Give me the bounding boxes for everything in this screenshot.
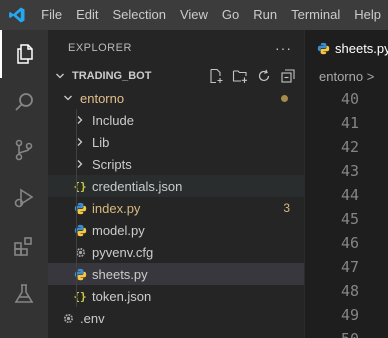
python-file-icon (72, 266, 88, 282)
tab-sheets-py[interactable]: sheets.py (305, 30, 388, 65)
indent-guide (76, 197, 77, 219)
menu-help[interactable]: Help (347, 0, 388, 30)
tree-item-label: pyvenv.cfg (92, 244, 154, 260)
menu-file[interactable]: File (34, 0, 69, 30)
tree-folder-scripts[interactable]: Scripts (48, 153, 304, 175)
indent-guide (76, 263, 77, 285)
indent-guide (76, 109, 77, 131)
section-actions (206, 65, 298, 87)
run-debug-icon[interactable] (0, 174, 48, 222)
line-number: 46 (340, 234, 359, 252)
tree-item-label: index.py (92, 200, 141, 216)
tree-item-label: Scripts (92, 156, 132, 172)
tree-file-env[interactable]: .env (48, 307, 304, 329)
tree-file-pyvenv-cfg[interactable]: pyvenv.cfg (48, 241, 304, 263)
line-number: 40 (340, 90, 359, 108)
problems-count-badge: 3 (283, 201, 290, 215)
indent-guide (76, 153, 77, 175)
indent-guide (76, 241, 77, 263)
line-number: 48 (340, 282, 359, 300)
new-file-icon[interactable] (206, 66, 226, 86)
tree-item-label: Lib (92, 134, 110, 150)
editor-area: sheets.py entorno > 40 41 42 43 44 45 46… (304, 30, 388, 338)
tree-item-label: sheets.py (92, 266, 148, 282)
more-actions-button[interactable]: ··· (275, 40, 292, 56)
workspace-title: TRADING_BOT (72, 70, 152, 82)
title-bar: File Edit Selection View Go Run Terminal… (0, 0, 388, 30)
chevron-right-icon (72, 156, 88, 172)
activity-bar (0, 30, 48, 338)
line-number: 50 (305, 327, 388, 338)
tree-file-index-py[interactable]: index.py 3 (48, 197, 304, 219)
breadcrumb[interactable]: entorno > (305, 65, 388, 87)
json-file-icon: {} (73, 289, 87, 303)
explorer-title: EXPLORER (68, 41, 132, 54)
menu-bar: File Edit Selection View Go Run Terminal… (34, 0, 388, 30)
line-number: 41 (340, 114, 359, 132)
tree-folder-lib[interactable]: Lib (48, 131, 304, 153)
source-control-icon[interactable] (0, 126, 48, 174)
tree-file-sheets-py[interactable]: sheets.py (48, 263, 304, 285)
explorer-panel: EXPLORER ··· TRADING_BOT entorno Include… (48, 30, 304, 338)
tree-file-model-py[interactable]: model.py (48, 219, 304, 241)
line-number: 47 (340, 258, 359, 276)
menu-terminal[interactable]: Terminal (284, 0, 347, 30)
collapse-all-icon[interactable] (278, 66, 298, 86)
chevron-down-icon (52, 68, 68, 84)
settings-file-icon (72, 244, 88, 260)
tree-item-label: entorno (80, 90, 125, 106)
json-file-icon: {} (73, 179, 87, 193)
explorer-header: EXPLORER ··· (48, 30, 304, 65)
chevron-down-icon (60, 90, 76, 106)
indent-guide (76, 219, 77, 241)
tree-item-label: .env (80, 310, 105, 326)
tree-item-label: credentials.json (92, 178, 183, 194)
testing-flask-icon[interactable] (0, 270, 48, 318)
line-number: 45 (340, 210, 359, 228)
chevron-right-icon (72, 134, 88, 150)
menu-view[interactable]: View (173, 0, 215, 30)
tree-file-token-json[interactable]: {} token.json (48, 285, 304, 307)
line-number: 49 (340, 306, 359, 324)
menu-edit[interactable]: Edit (69, 0, 105, 30)
workspace-section-header[interactable]: TRADING_BOT (48, 65, 304, 87)
line-number-gutter: 40 41 42 43 44 45 46 47 48 49 50 (305, 87, 388, 338)
indent-guide (76, 175, 77, 197)
tree-folder-include[interactable]: Include (48, 109, 304, 131)
tree-item-label: token.json (92, 288, 152, 304)
tree-item-label: model.py (92, 222, 145, 238)
search-icon[interactable] (0, 78, 48, 126)
python-file-icon (72, 222, 88, 238)
tree-file-credentials-json[interactable]: {} credentials.json (48, 175, 304, 197)
python-file-icon (72, 200, 88, 216)
settings-file-icon (60, 310, 76, 326)
tree-folder-entorno[interactable]: entorno (48, 87, 304, 109)
vscode-logo-icon (0, 0, 34, 30)
explorer-icon[interactable] (0, 30, 48, 78)
refresh-icon[interactable] (254, 66, 274, 86)
extensions-icon[interactable] (0, 222, 48, 270)
python-file-icon (317, 42, 330, 55)
tab-label: sheets.py (335, 40, 388, 56)
menu-go[interactable]: Go (215, 0, 246, 30)
chevron-right-icon (72, 112, 88, 128)
line-number: 44 (340, 186, 359, 204)
menu-selection[interactable]: Selection (105, 0, 172, 30)
menu-run[interactable]: Run (246, 0, 284, 30)
new-folder-icon[interactable] (230, 66, 250, 86)
modified-dot-icon (281, 95, 288, 102)
line-number: 42 (340, 138, 359, 156)
tree-item-label: Include (92, 112, 134, 128)
line-number: 43 (340, 162, 359, 180)
indent-guide (76, 131, 77, 153)
indent-guide (76, 285, 77, 307)
